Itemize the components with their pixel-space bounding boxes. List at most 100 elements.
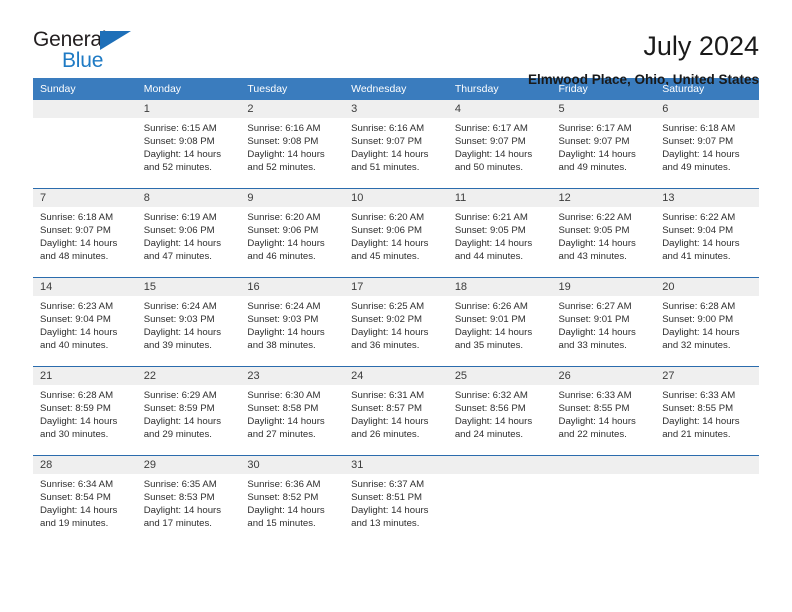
- daylight-text-line1: Daylight: 14 hours: [454, 327, 533, 339]
- day-details: Sunrise: 6:18 AM Sunset: 9:07 PM Daylight:…: [655, 118, 759, 174]
- calendar-day-cell[interactable]: 17 Sunrise: 6:25 AM Sunset: 9:02 PM Dayligh…: [344, 277, 448, 367]
- daylight-text-line1: Daylight: 14 hours: [40, 327, 118, 339]
- calendar-day-cell[interactable]: 18 Sunrise: 6:26 AM Sunset: 9:01 PM Dayligh…: [447, 277, 552, 367]
- day-details: Sunrise: 6:33 AM Sunset: 8:55 PM Daylight:…: [655, 385, 759, 441]
- calendar-day-cell[interactable]: 21 Sunrise: 6:28 AM Sunset: 8:59 PM Dayligh…: [33, 366, 137, 456]
- page-header: General Blue July 2024 Elmwood Place, Oh…: [33, 0, 759, 87]
- calendar-day-cell[interactable]: 15 Sunrise: 6:24 AM Sunset: 9:03 PM Dayligh…: [136, 277, 241, 367]
- calendar-day-cell[interactable]: 27 Sunrise: 6:33 AM Sunset: 8:55 PM Dayligh…: [655, 366, 759, 456]
- sunrise-text: Sunrise: 6:33 AM: [558, 390, 632, 401]
- calendar-day-cell[interactable]: 4 Sunrise: 6:17 AM Sunset: 9:07 PM Daylight…: [447, 100, 552, 189]
- daylight-text-line2: and 26 minutes.: [351, 429, 420, 441]
- daylight-text-line2: and 46 minutes.: [247, 251, 316, 263]
- sunrise-text: Sunrise: 6:29 AM: [143, 390, 217, 401]
- calendar-week-row: 21 Sunrise: 6:28 AM Sunset: 8:59 PM Dayligh…: [33, 366, 759, 456]
- calendar-day-cell[interactable]: 25 Sunrise: 6:32 AM Sunset: 8:56 PM Dayligh…: [447, 366, 552, 456]
- calendar-day-cell[interactable]: 29 Sunrise: 6:35 AM Sunset: 8:53 PM Dayligh…: [136, 455, 241, 544]
- day-details: Sunrise: 6:27 AM Sunset: 9:01 PM Daylight:…: [552, 296, 656, 352]
- sunrise-text: Sunrise: 6:16 AM: [247, 123, 321, 134]
- sunrise-text: Sunrise: 6:26 AM: [454, 301, 528, 312]
- day-cell-inner: 24 Sunrise: 6:31 AM Sunset: 8:57 PM Dayligh…: [344, 367, 448, 455]
- logo-triangle-icon: [100, 31, 131, 50]
- calendar-day-cell[interactable]: 12 Sunrise: 6:22 AM Sunset: 9:05 PM Dayligh…: [551, 188, 656, 278]
- calendar-day-cell[interactable]: 30 Sunrise: 6:36 AM Sunset: 8:52 PM Dayligh…: [240, 455, 345, 544]
- sunset-text: Sunset: 9:06 PM: [351, 225, 423, 237]
- day-cell-inner: 19 Sunrise: 6:27 AM Sunset: 9:01 PM Dayligh…: [551, 278, 656, 366]
- day-number: 18: [447, 278, 552, 296]
- daylight-text-line1: Daylight: 14 hours: [351, 327, 429, 339]
- day-number: [655, 456, 759, 474]
- daylight-text-line1: Daylight: 14 hours: [40, 505, 118, 517]
- day-cell-inner: 1 Sunrise: 6:15 AM Sunset: 9:08 PM Daylight…: [136, 100, 241, 188]
- calendar-day-cell[interactable]: 22 Sunrise: 6:29 AM Sunset: 8:59 PM Dayligh…: [136, 366, 241, 456]
- day-number: 13: [655, 189, 759, 207]
- daylight-text-line1: Daylight: 14 hours: [454, 149, 533, 161]
- day-number: 2: [240, 100, 345, 118]
- calendar-day-cell-empty: [551, 455, 656, 544]
- day-details: Sunrise: 6:24 AM Sunset: 9:03 PM Daylight:…: [137, 296, 241, 352]
- sunset-text: Sunset: 9:01 PM: [558, 314, 630, 326]
- day-cell-inner: 26 Sunrise: 6:33 AM Sunset: 8:55 PM Dayligh…: [551, 367, 656, 455]
- calendar-week-row: 1 Sunrise: 6:15 AM Sunset: 9:08 PM Daylight…: [33, 100, 759, 189]
- calendar-day-cell[interactable]: 26 Sunrise: 6:33 AM Sunset: 8:55 PM Dayligh…: [551, 366, 656, 456]
- generalblue-logo[interactable]: General Blue: [33, 28, 143, 76]
- calendar-day-cell[interactable]: 28 Sunrise: 6:34 AM Sunset: 8:54 PM Dayligh…: [33, 455, 137, 544]
- sunrise-text: Sunrise: 6:19 AM: [143, 212, 217, 223]
- day-cell-inner: 23 Sunrise: 6:30 AM Sunset: 8:58 PM Dayligh…: [240, 367, 345, 455]
- calendar-day-cell[interactable]: 9 Sunrise: 6:20 AM Sunset: 9:06 PM Daylight…: [240, 188, 345, 278]
- calendar-day-cell[interactable]: 20 Sunrise: 6:28 AM Sunset: 9:00 PM Dayligh…: [655, 277, 759, 367]
- day-cell-inner: 30 Sunrise: 6:36 AM Sunset: 8:52 PM Dayligh…: [240, 456, 345, 544]
- calendar-day-cell[interactable]: 19 Sunrise: 6:27 AM Sunset: 9:01 PM Dayligh…: [551, 277, 656, 367]
- day-number: 24: [344, 367, 448, 385]
- sunset-text: Sunset: 8:53 PM: [143, 492, 215, 504]
- calendar-day-cell[interactable]: 13 Sunrise: 6:22 AM Sunset: 9:04 PM Dayligh…: [655, 188, 759, 278]
- calendar-day-cell[interactable]: 8 Sunrise: 6:19 AM Sunset: 9:06 PM Daylight…: [136, 188, 241, 278]
- daylight-text-line1: Daylight: 14 hours: [351, 505, 429, 517]
- daylight-text-line2: and 52 minutes.: [247, 162, 316, 174]
- calendar-day-cell[interactable]: 7 Sunrise: 6:18 AM Sunset: 9:07 PM Daylight…: [33, 188, 137, 278]
- day-cell-inner: 3 Sunrise: 6:16 AM Sunset: 9:07 PM Daylight…: [344, 100, 448, 188]
- calendar-day-cell[interactable]: 11 Sunrise: 6:21 AM Sunset: 9:05 PM Dayligh…: [447, 188, 552, 278]
- calendar-day-cell[interactable]: 23 Sunrise: 6:30 AM Sunset: 8:58 PM Dayligh…: [240, 366, 345, 456]
- daylight-text-line2: and 29 minutes.: [143, 429, 212, 441]
- calendar-day-cell[interactable]: 24 Sunrise: 6:31 AM Sunset: 8:57 PM Dayligh…: [344, 366, 448, 456]
- daylight-text-line1: Daylight: 14 hours: [558, 327, 636, 339]
- day-cell-inner: [447, 456, 552, 544]
- day-cell-inner: 15 Sunrise: 6:24 AM Sunset: 9:03 PM Dayligh…: [136, 278, 241, 366]
- daylight-text-line1: Daylight: 14 hours: [558, 149, 636, 161]
- sunset-text: Sunset: 9:05 PM: [558, 225, 630, 237]
- day-number: 5: [551, 100, 656, 118]
- day-number: 21: [33, 367, 137, 385]
- calendar-day-cell[interactable]: 3 Sunrise: 6:16 AM Sunset: 9:07 PM Daylight…: [344, 100, 448, 189]
- calendar-day-cell-empty: [655, 455, 759, 544]
- day-number: 3: [344, 100, 448, 118]
- day-number: 30: [240, 456, 345, 474]
- day-number: [33, 100, 137, 118]
- day-details: Sunrise: 6:17 AM Sunset: 9:07 PM Daylight:…: [552, 118, 656, 174]
- sunrise-text: Sunrise: 6:23 AM: [40, 301, 114, 312]
- daylight-text-line1: Daylight: 14 hours: [454, 238, 533, 250]
- daylight-text-line2: and 36 minutes.: [351, 340, 420, 352]
- day-cell-inner: 31 Sunrise: 6:37 AM Sunset: 8:51 PM Dayligh…: [344, 456, 448, 544]
- day-number: 11: [447, 189, 552, 207]
- calendar-day-cell[interactable]: 16 Sunrise: 6:24 AM Sunset: 9:03 PM Dayligh…: [240, 277, 345, 367]
- day-cell-inner: [655, 456, 759, 544]
- day-cell-inner: 14 Sunrise: 6:23 AM Sunset: 9:04 PM Dayligh…: [33, 278, 137, 366]
- calendar-day-cell[interactable]: 1 Sunrise: 6:15 AM Sunset: 9:08 PM Daylight…: [136, 100, 241, 189]
- day-number: 20: [655, 278, 759, 296]
- sunset-text: Sunset: 9:06 PM: [143, 225, 215, 237]
- day-cell-inner: 10 Sunrise: 6:20 AM Sunset: 9:06 PM Dayligh…: [344, 189, 448, 277]
- sunset-text: Sunset: 8:59 PM: [40, 403, 111, 415]
- calendar-day-cell-empty: [447, 455, 552, 544]
- calendar-day-cell[interactable]: 31 Sunrise: 6:37 AM Sunset: 8:51 PM Dayligh…: [344, 455, 448, 544]
- calendar-day-cell[interactable]: 2 Sunrise: 6:16 AM Sunset: 9:08 PM Daylight…: [240, 100, 345, 189]
- day-details: Sunrise: 6:16 AM Sunset: 9:08 PM Daylight:…: [240, 118, 344, 174]
- day-number: 6: [655, 100, 759, 118]
- calendar-day-cell[interactable]: 5 Sunrise: 6:17 AM Sunset: 9:07 PM Daylight…: [551, 100, 656, 189]
- daylight-text-line1: Daylight: 14 hours: [662, 416, 740, 428]
- calendar-day-cell[interactable]: 10 Sunrise: 6:20 AM Sunset: 9:06 PM Dayligh…: [344, 188, 448, 278]
- sunrise-text: Sunrise: 6:15 AM: [143, 123, 217, 134]
- calendar-day-cell[interactable]: 14 Sunrise: 6:23 AM Sunset: 9:04 PM Dayligh…: [33, 277, 137, 367]
- sunset-text: Sunset: 8:58 PM: [247, 403, 319, 415]
- calendar-day-cell[interactable]: 6 Sunrise: 6:18 AM Sunset: 9:07 PM Daylight…: [655, 100, 759, 189]
